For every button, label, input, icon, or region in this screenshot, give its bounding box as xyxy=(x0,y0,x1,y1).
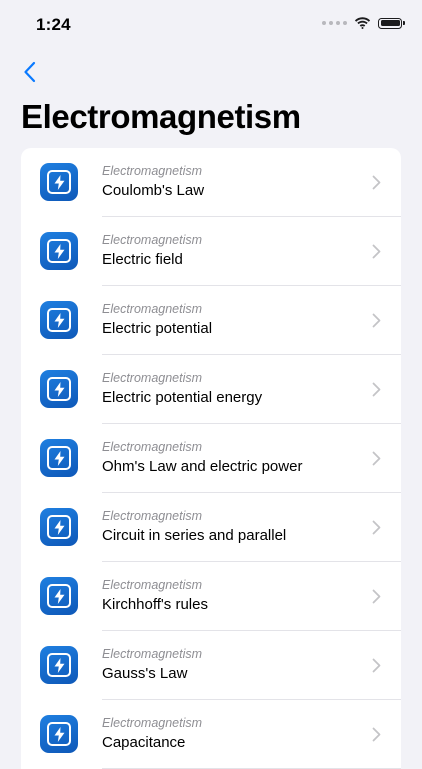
list-item[interactable]: Electromagnetism Electric potential xyxy=(21,286,401,355)
chevron-left-icon xyxy=(23,61,35,83)
status-time: 1:24 xyxy=(36,15,71,34)
list-item-text: Electromagnetism Gauss's Law xyxy=(102,646,202,684)
list-item[interactable]: Electromagnetism Coulomb's Law xyxy=(21,148,401,217)
lightning-bolt-icon xyxy=(54,588,64,604)
page-title: Electromagnetism xyxy=(21,98,301,135)
list-item[interactable]: Electromagnetism Capacitance xyxy=(21,700,401,769)
lightning-bolt-icon xyxy=(54,381,64,397)
list-item-text: Electromagnetism Electric potential ener… xyxy=(102,370,262,408)
chevron-right-icon xyxy=(372,451,381,466)
list-item-title: Capacitance xyxy=(102,734,186,751)
battery-icon xyxy=(378,17,405,29)
list-item-title: Ohm's Law and electric power xyxy=(102,458,303,475)
chevron-right-icon xyxy=(372,589,381,604)
lightning-bolt-icon xyxy=(54,726,64,742)
list-item[interactable]: Electromagnetism Kirchhoff's rules xyxy=(21,562,401,631)
topic-icon xyxy=(40,232,78,270)
status-bar: 1:24 xyxy=(0,0,422,50)
list-item-category: Electromagnetism xyxy=(102,509,203,523)
list-item-text: Electromagnetism Coulomb's Law xyxy=(102,163,204,201)
topic-icon xyxy=(40,370,78,408)
list-item-category: Electromagnetism xyxy=(102,716,203,730)
topic-icon xyxy=(40,646,78,684)
list-item[interactable]: Electromagnetism Electric potential ener… xyxy=(21,355,401,424)
list-item-title: Electric potential xyxy=(102,320,213,337)
list-item[interactable]: Electromagnetism Electric field xyxy=(21,217,401,286)
list-item[interactable]: Electromagnetism Circuit in series and p… xyxy=(21,493,401,562)
list-item[interactable]: Electromagnetism Gauss's Law xyxy=(21,631,401,700)
back-button[interactable] xyxy=(14,57,44,87)
topic-list: Electromagnetism Coulomb's Law Electroma… xyxy=(21,148,401,769)
topic-icon xyxy=(40,301,78,339)
lightning-bolt-icon xyxy=(54,312,64,328)
cellular-signal-icon xyxy=(322,21,347,25)
list-item-category: Electromagnetism xyxy=(102,233,203,247)
list-item-title: Coulomb's Law xyxy=(102,182,205,199)
list-item-text: Electromagnetism Ohm's Law and electric … xyxy=(102,439,302,477)
chevron-right-icon xyxy=(372,244,381,259)
topic-icon xyxy=(40,715,78,753)
status-icons xyxy=(322,17,405,29)
list-item-text: Electromagnetism Electric field xyxy=(102,232,202,270)
lightning-bolt-icon xyxy=(54,243,64,259)
list-item-category: Electromagnetism xyxy=(102,647,203,661)
list-item-category: Electromagnetism xyxy=(102,164,203,178)
list-item-text: Electromagnetism Circuit in series and p… xyxy=(102,508,286,546)
list-item-category: Electromagnetism xyxy=(102,578,203,592)
lightning-bolt-icon xyxy=(54,657,64,673)
topic-icon xyxy=(40,439,78,477)
list-item-category: Electromagnetism xyxy=(102,440,203,454)
chevron-right-icon xyxy=(372,382,381,397)
lightning-bolt-icon xyxy=(54,450,64,466)
topic-icon xyxy=(40,163,78,201)
topic-icon xyxy=(40,508,78,546)
list-item-title: Electric field xyxy=(102,251,183,268)
list-item-category: Electromagnetism xyxy=(102,302,203,316)
chevron-right-icon xyxy=(372,313,381,328)
list-item-title: Circuit in series and parallel xyxy=(102,527,287,544)
lightning-bolt-icon xyxy=(54,519,64,535)
list-item-text: Electromagnetism Electric potential xyxy=(102,301,212,339)
list-item-text: Electromagnetism Kirchhoff's rules xyxy=(102,577,208,615)
topic-icon xyxy=(40,577,78,615)
chevron-right-icon xyxy=(372,727,381,742)
list-item-category: Electromagnetism xyxy=(102,371,203,385)
list-item[interactable]: Electromagnetism Ohm's Law and electric … xyxy=(21,424,401,493)
lightning-bolt-icon xyxy=(54,174,64,190)
chevron-right-icon xyxy=(372,658,381,673)
chevron-right-icon xyxy=(372,520,381,535)
list-item-title: Gauss's Law xyxy=(102,665,188,682)
chevron-right-icon xyxy=(372,175,381,190)
list-item-title: Kirchhoff's rules xyxy=(102,596,208,613)
wifi-icon xyxy=(354,17,371,29)
list-item-text: Electromagnetism Capacitance xyxy=(102,715,202,753)
list-item-title: Electric potential energy xyxy=(102,389,263,406)
